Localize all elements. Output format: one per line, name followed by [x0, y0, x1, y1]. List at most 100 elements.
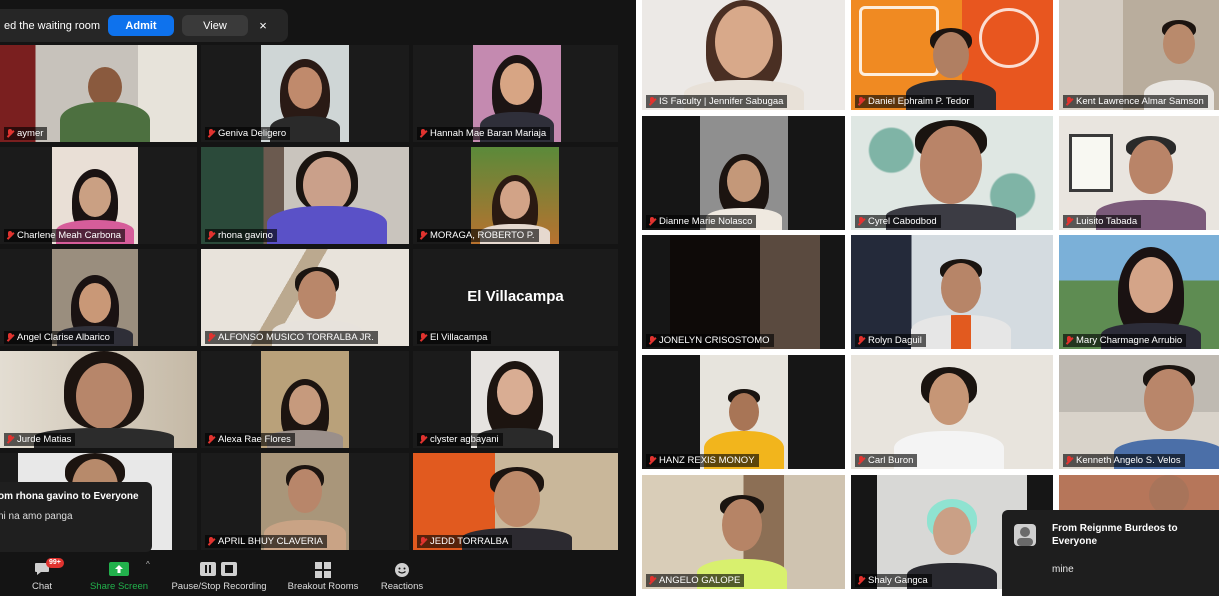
participant-name-label: Daniel Ephraim P. Tedor	[855, 95, 974, 108]
video-tile[interactable]: Geniva Deligero	[201, 45, 409, 142]
muted-mic-icon	[7, 129, 14, 138]
video-feed	[642, 475, 845, 589]
view-button[interactable]: View	[182, 15, 248, 36]
video-feed	[1059, 0, 1219, 110]
video-tile[interactable]: clyster agbayani	[413, 351, 618, 448]
muted-mic-icon	[858, 336, 865, 345]
chat-sender: om rhona gavino to Everyone	[0, 491, 139, 502]
participant-name-label: Kent Lawrence Almar Samson	[1063, 95, 1208, 108]
participant-name-label: Kenneth Angelo S. Velos	[1063, 454, 1185, 467]
pause-stop-icon	[200, 562, 237, 576]
participant-name-label: Rolyn Daguil	[855, 334, 926, 347]
video-tile[interactable]: Mary Charmagne Arrubio	[1059, 235, 1219, 349]
video-tile[interactable]: HANZ REXIS MONOY	[642, 355, 845, 469]
muted-mic-icon	[858, 217, 865, 226]
close-icon[interactable]: ×	[256, 15, 270, 36]
video-tile[interactable]: Alexa Rae Flores	[201, 351, 409, 448]
video-tile[interactable]: Luisito Tabada	[1059, 116, 1219, 230]
muted-mic-icon	[420, 435, 427, 444]
chat-message-popup[interactable]: From Reignme Burdeos to Everyone mine	[1002, 510, 1219, 596]
video-tile[interactable]: Cyrel Cabodbod	[851, 116, 1053, 230]
participant-name-label: clyster agbayani	[417, 433, 503, 446]
share-screen-label: Share Screen	[89, 581, 149, 592]
muted-mic-icon	[420, 333, 427, 342]
muted-mic-icon	[208, 231, 215, 240]
video-tile[interactable]: Angel Clarise Albarico	[0, 249, 197, 346]
muted-mic-icon	[1066, 97, 1073, 106]
participant-name-label: rhona gavino	[205, 229, 277, 242]
video-tile[interactable]: Daniel Ephraim P. Tedor	[851, 0, 1053, 110]
muted-mic-icon	[208, 129, 215, 138]
video-tile[interactable]: ANGELO GALOPE	[642, 475, 845, 589]
participant-display-name: El Villacampa	[467, 287, 564, 305]
video-tile[interactable]: APRIL BHUY CLAVERIA	[201, 453, 409, 550]
breakout-rooms-button[interactable]: Breakout Rooms	[282, 560, 364, 592]
video-feed	[670, 235, 820, 349]
video-feed	[851, 0, 1053, 110]
video-tile[interactable]: Dianne Marie Nolasco	[642, 116, 845, 230]
chat-message-popup[interactable]: om rhona gavino to Everyone ni na amo pa…	[0, 482, 152, 552]
chevron-up-icon[interactable]: ^	[146, 560, 150, 569]
recording-label: Pause/Stop Recording	[171, 581, 267, 592]
video-tile[interactable]: rhona gavino	[201, 147, 409, 244]
participant-name-label: Alexa Rae Flores	[205, 433, 295, 446]
chat-badge: 99+	[46, 558, 64, 568]
video-tile[interactable]: Rolyn Daguil	[851, 235, 1053, 349]
chat-sender: From Reignme Burdeos to Everyone	[1052, 523, 1178, 547]
video-feed	[851, 355, 1053, 469]
participant-name-label: Jurde Matias	[4, 433, 76, 446]
share-screen-button[interactable]: ^ Share Screen	[86, 560, 152, 592]
pause-stop-recording-button[interactable]: Pause/Stop Recording	[166, 560, 272, 592]
participant-name-label: JEDD TORRALBA	[417, 535, 513, 548]
participant-name-label: Mary Charmagne Arrubio	[1063, 334, 1187, 347]
video-feed	[1059, 116, 1219, 230]
reactions-label: Reactions	[380, 581, 424, 592]
participant-name-label: El Villacampa	[417, 331, 492, 344]
video-tile[interactable]: Carl Buron	[851, 355, 1053, 469]
video-feed	[700, 116, 788, 230]
video-tile[interactable]: IS Faculty | Jennifer Sabugaa	[642, 0, 845, 110]
waiting-room-text: ed the waiting room	[4, 19, 100, 32]
participant-name-label: ANGELO GALOPE	[646, 574, 745, 587]
video-tile[interactable]: Kenneth Angelo S. Velos	[1059, 355, 1219, 469]
muted-mic-icon	[858, 456, 865, 465]
video-tile[interactable]: ALFONSO MUSICO TORRALBA JR.	[201, 249, 409, 346]
participant-name-label: Luisito Tabada	[1063, 215, 1142, 228]
video-tile[interactable]: MORAGA, ROBERTO P.	[413, 147, 618, 244]
muted-mic-icon	[649, 97, 656, 106]
muted-mic-icon	[649, 336, 656, 345]
video-tile[interactable]: JEDD TORRALBA	[413, 453, 618, 550]
video-feed	[1059, 355, 1219, 469]
participant-name-label: ALFONSO MUSICO TORRALBA JR.	[205, 331, 378, 344]
reactions-icon	[395, 563, 409, 577]
participant-name-label: Geniva Deligero	[205, 127, 291, 140]
video-tile-camera-off[interactable]: El Villacampa El Villacampa	[413, 249, 618, 346]
video-feed	[851, 116, 1053, 230]
participant-name-label: Dianne Marie Nolasco	[646, 215, 757, 228]
video-tile[interactable]: Hannah Mae Baran Mariaja	[413, 45, 618, 142]
participant-name-label: Carl Buron	[855, 454, 918, 467]
chat-button[interactable]: 99+ Chat	[24, 558, 64, 592]
muted-mic-icon	[7, 231, 14, 240]
breakout-rooms-icon	[315, 562, 331, 578]
muted-mic-icon	[649, 217, 656, 226]
muted-mic-icon	[1066, 336, 1073, 345]
participant-name-label: aymer	[4, 127, 48, 140]
participant-name-label: Shaly Gangca	[855, 574, 932, 587]
participant-name-label: Hannah Mae Baran Mariaja	[417, 127, 551, 140]
muted-mic-icon	[420, 231, 427, 240]
video-tile[interactable]: JONELYN CRISOSTOMO	[642, 235, 845, 349]
chat-label: Chat	[31, 581, 53, 592]
video-tile[interactable]: aymer	[0, 45, 197, 142]
video-feed	[851, 235, 1053, 349]
participant-name-label: IS Faculty | Jennifer Sabugaa	[646, 95, 788, 108]
admit-button[interactable]: Admit	[108, 15, 174, 36]
video-tile[interactable]: Jurde Matias	[0, 351, 197, 448]
muted-mic-icon	[7, 435, 14, 444]
video-feed	[642, 0, 845, 110]
video-tile[interactable]: Charlene Meah Carbona	[0, 147, 197, 244]
participant-name-label: MORAGA, ROBERTO P.	[417, 229, 539, 242]
reactions-button[interactable]: Reactions	[376, 560, 428, 592]
video-tile[interactable]: Kent Lawrence Almar Samson	[1059, 0, 1219, 110]
muted-mic-icon	[208, 333, 215, 342]
